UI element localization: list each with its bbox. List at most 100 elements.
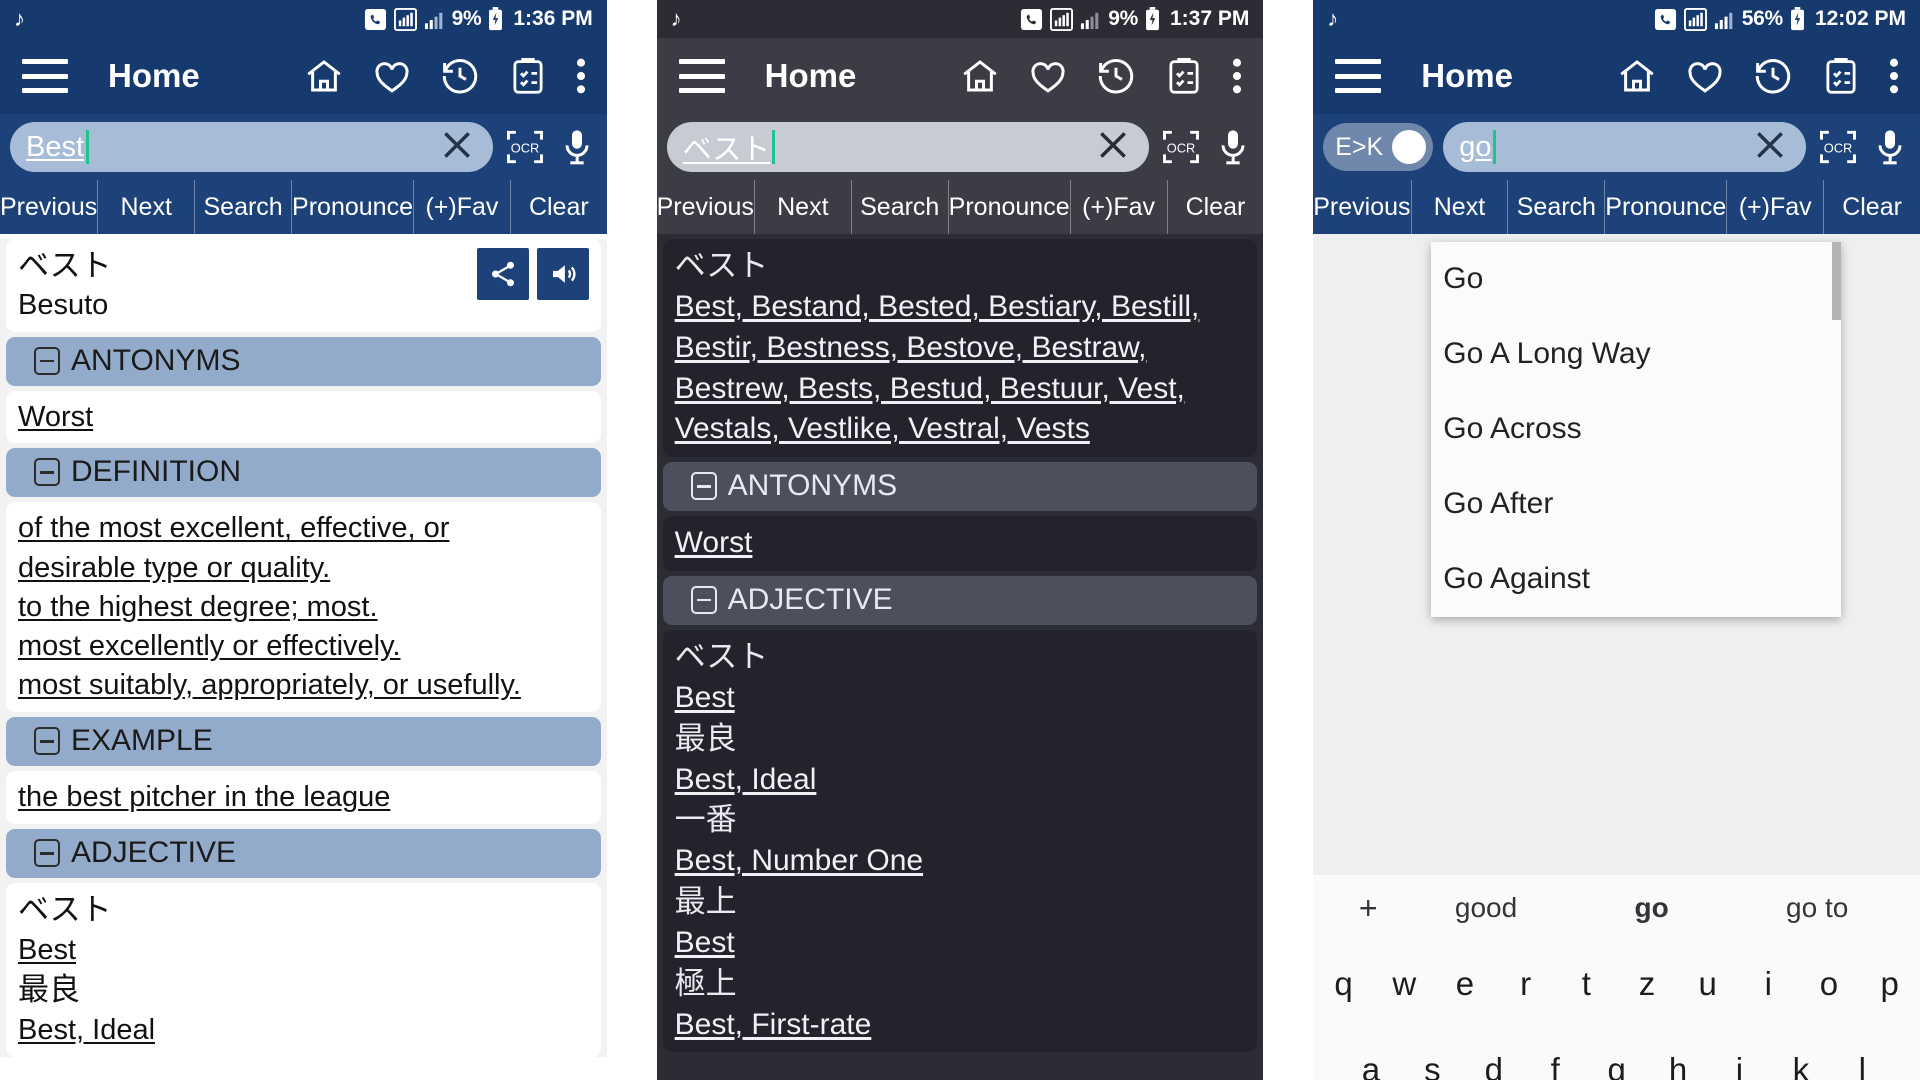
close-x-icon-1[interactable]: [437, 125, 477, 170]
definition-line[interactable]: desirable type or quality.: [18, 549, 589, 588]
example-line[interactable]: the best pitcher in the league: [18, 778, 589, 817]
key-u[interactable]: u: [1677, 965, 1738, 1003]
clear-button-2[interactable]: Clear: [1168, 180, 1264, 234]
key-i[interactable]: i: [1738, 965, 1799, 1003]
add-prediction-icon[interactable]: +: [1333, 890, 1403, 927]
overflow-menu-icon-1[interactable]: [575, 55, 587, 97]
definition-line[interactable]: most excellently or effectively.: [18, 627, 589, 666]
add-fav-button-3[interactable]: (+)Fav: [1727, 180, 1825, 234]
adjective-en[interactable]: Best, Number One: [675, 841, 1246, 882]
pronounce-button-3[interactable]: Pronounce: [1605, 180, 1728, 234]
section-header-antonyms-2[interactable]: ANTONYMS: [662, 462, 1258, 512]
key-a[interactable]: a: [1340, 1051, 1401, 1080]
list-item[interactable]: Go After: [1431, 467, 1841, 542]
list-item[interactable]: Go: [1431, 242, 1841, 317]
search-input-2[interactable]: ベスト: [666, 122, 1150, 172]
speaker-icon-1[interactable]: [536, 248, 589, 300]
section-header-adjective-1[interactable]: ADJECTIVE: [6, 829, 601, 879]
key-r[interactable]: r: [1495, 965, 1556, 1003]
pronounce-button-2[interactable]: Pronounce: [949, 180, 1071, 234]
heart-icon-1[interactable]: [371, 55, 413, 97]
list-item[interactable]: Go Across: [1431, 392, 1841, 467]
section-header-definition-1[interactable]: DEFINITION: [6, 448, 601, 498]
search-button-3[interactable]: Search: [1508, 180, 1606, 234]
share-icon-1[interactable]: [476, 248, 529, 300]
definition-line[interactable]: of the most excellent, effective, or: [18, 509, 589, 548]
search-button-1[interactable]: Search: [195, 180, 293, 234]
clipboard-checklist-icon-3[interactable]: [1820, 55, 1862, 97]
result-link[interactable]: Worst: [18, 398, 589, 437]
pronounce-button-1[interactable]: Pronounce: [292, 180, 414, 234]
ocr-icon-2[interactable]: OCR: [1159, 125, 1203, 169]
search-input-3[interactable]: go: [1443, 122, 1806, 172]
list-item[interactable]: Go A Long Way: [1431, 317, 1841, 392]
clipboard-checklist-icon-2[interactable]: [1163, 55, 1205, 97]
next-button-3[interactable]: Next: [1412, 180, 1509, 234]
section-header-example-1[interactable]: EXAMPLE: [6, 717, 601, 767]
key-l[interactable]: l: [1832, 1051, 1893, 1080]
toggle-knob[interactable]: [1392, 130, 1427, 164]
heart-icon-3[interactable]: [1684, 55, 1726, 97]
key-s[interactable]: s: [1402, 1051, 1463, 1080]
related-line[interactable]: Bestrew, Bests, Bestud, Bestuur, Vest,: [675, 369, 1246, 410]
history-icon-2[interactable]: [1095, 55, 1137, 97]
previous-button-1[interactable]: Previous: [0, 180, 99, 234]
key-t[interactable]: t: [1556, 965, 1617, 1003]
history-icon-1[interactable]: [439, 55, 481, 97]
key-o[interactable]: o: [1799, 965, 1860, 1003]
prediction-2[interactable]: go: [1569, 892, 1735, 924]
home-icon-1[interactable]: [303, 55, 345, 97]
ocr-icon-3[interactable]: OCR: [1816, 125, 1860, 169]
adjective-en[interactable]: Best, First-rate: [675, 1005, 1246, 1046]
result-link[interactable]: Worst: [675, 523, 1246, 564]
previous-button-3[interactable]: Previous: [1313, 180, 1412, 234]
adjective-en[interactable]: Best: [675, 923, 1246, 964]
section-header-adjective-2[interactable]: ADJECTIVE: [662, 575, 1258, 625]
definition-line[interactable]: to the highest degree; most.: [18, 588, 589, 627]
key-g[interactable]: g: [1586, 1051, 1647, 1080]
clipboard-checklist-icon-1[interactable]: [507, 55, 549, 97]
key-j[interactable]: j: [1709, 1051, 1770, 1080]
close-x-icon-2[interactable]: [1093, 125, 1133, 170]
microphone-icon-3[interactable]: [1870, 125, 1910, 169]
related-line[interactable]: Best, Bestand, Bested, Bestiary, Bestill…: [675, 287, 1246, 328]
microphone-icon-1[interactable]: [557, 125, 597, 169]
add-fav-button-1[interactable]: (+)Fav: [414, 180, 511, 234]
menu-icon-3[interactable]: [1335, 59, 1382, 93]
overflow-menu-icon-2[interactable]: [1231, 55, 1243, 97]
previous-button-2[interactable]: Previous: [657, 180, 755, 234]
menu-icon-2[interactable]: [678, 59, 725, 93]
add-fav-button-2[interactable]: (+)Fav: [1071, 180, 1168, 234]
home-icon-2[interactable]: [959, 55, 1001, 97]
section-header-antonyms-1[interactable]: ANTONYMS: [6, 336, 601, 386]
key-h[interactable]: h: [1647, 1051, 1708, 1080]
key-f[interactable]: f: [1524, 1051, 1585, 1080]
ocr-icon-1[interactable]: OCR: [503, 125, 547, 169]
key-e[interactable]: e: [1435, 965, 1496, 1003]
key-q[interactable]: q: [1313, 965, 1374, 1003]
clear-button-1[interactable]: Clear: [511, 180, 607, 234]
prediction-3[interactable]: go to: [1734, 892, 1900, 924]
adjective-en[interactable]: Best: [675, 678, 1246, 719]
key-k[interactable]: k: [1770, 1051, 1831, 1080]
key-d[interactable]: d: [1463, 1051, 1524, 1080]
list-item[interactable]: Go Against: [1431, 542, 1841, 617]
key-w[interactable]: w: [1374, 965, 1435, 1003]
dropdown-scrollbar[interactable]: [1832, 242, 1842, 320]
overflow-menu-icon-3[interactable]: [1888, 55, 1900, 97]
adjective-en[interactable]: Best, Ideal: [18, 1011, 589, 1050]
related-line[interactable]: Bestir, Bestness, Bestove, Bestraw,: [675, 328, 1246, 369]
microphone-icon-2[interactable]: [1213, 125, 1253, 169]
next-button-2[interactable]: Next: [755, 180, 852, 234]
adjective-en[interactable]: Best, Ideal: [675, 760, 1246, 801]
search-input-1[interactable]: Best: [10, 122, 493, 172]
search-button-2[interactable]: Search: [852, 180, 949, 234]
close-x-icon-3[interactable]: [1750, 125, 1790, 170]
prediction-1[interactable]: good: [1403, 892, 1569, 924]
language-direction-toggle[interactable]: E>K: [1323, 123, 1434, 171]
history-icon-3[interactable]: [1752, 55, 1794, 97]
home-icon-3[interactable]: [1616, 55, 1658, 97]
related-line[interactable]: Vestals, Vestlike, Vestral, Vests: [675, 409, 1246, 450]
heart-icon-2[interactable]: [1027, 55, 1069, 97]
key-p[interactable]: p: [1859, 965, 1920, 1003]
